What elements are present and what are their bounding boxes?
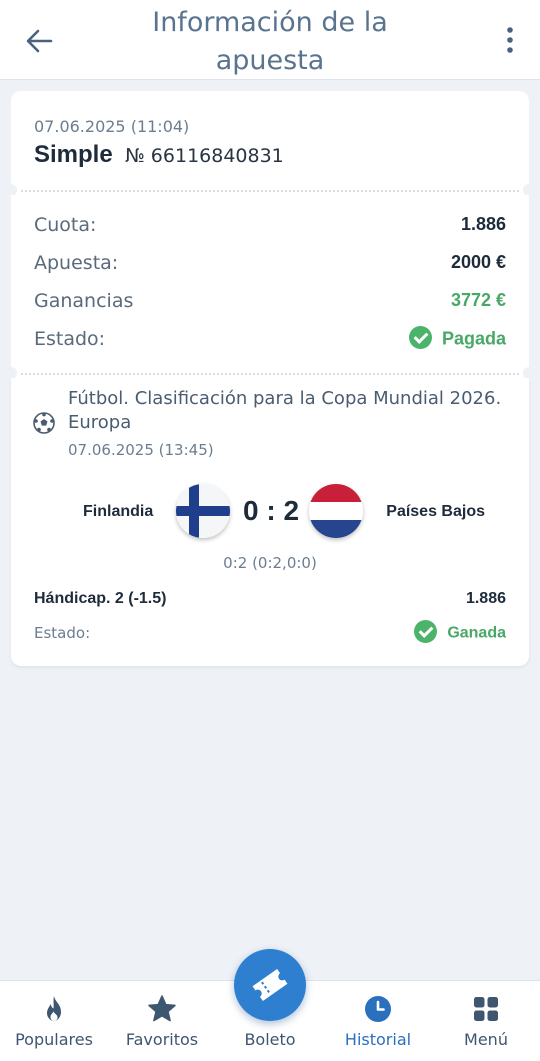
league-name: Fútbol. Clasificación para la Copa Mundi… (68, 388, 502, 433)
star-icon (148, 995, 176, 1022)
period-scores: 0:2 (0:2,0:0) (223, 554, 317, 572)
more-vertical-icon[interactable] (504, 24, 516, 56)
check-circle-icon (408, 326, 432, 349)
event-card[interactable]: Fútbol. Clasificación para la Copa Mundi… (11, 378, 529, 666)
check-circle-icon (414, 620, 438, 643)
netherlands-flag-icon (309, 484, 363, 538)
nav-favoritos[interactable]: Favoritos (108, 981, 216, 1061)
status-row: Estado: Pagada (34, 326, 506, 354)
match-score: 0 : 2 (242, 495, 300, 526)
status-label: Estado: (34, 328, 106, 350)
ticket-divider (11, 186, 529, 195)
bet-header-card: 07.06.2025 (11:04) Simple № 66116840831 (11, 91, 529, 186)
bet-summary-card: Cuota: 1.886 Apuesta: 2000 € Ganancias 3… (11, 195, 529, 369)
nav-label: Boleto (244, 1030, 296, 1049)
match-datetime: 07.06.2025 (13:45) (68, 441, 214, 459)
grid-icon (474, 997, 498, 1021)
market-odds: 1.886 (465, 590, 506, 607)
odds-label: Cuota: (34, 214, 97, 236)
nav-label: Populares (15, 1030, 93, 1049)
event-status-badge: Ganada (414, 620, 506, 645)
status-badge: Pagada (408, 326, 506, 351)
stake-value: 2000 € (450, 252, 506, 272)
flame-icon (47, 996, 61, 1021)
away-team-name: Países Bajos (386, 503, 485, 520)
ticket-divider (11, 369, 529, 378)
finland-flag-icon (176, 484, 230, 538)
winnings-label: Ganancias (34, 290, 134, 312)
bet-slip-button[interactable] (234, 949, 306, 1021)
nav-label: Menú (464, 1030, 508, 1049)
nav-historial[interactable]: Historial (324, 981, 432, 1061)
market-name: Hándicap. 2 (-1.5) (34, 590, 167, 607)
nav-label: Historial (344, 1030, 412, 1049)
status-value: Pagada (441, 328, 506, 349)
bet-datetime: 07.06.2025 (11:04) (34, 117, 190, 136)
ticket-icon (252, 969, 288, 1001)
nav-label: Favoritos (125, 1030, 199, 1049)
stake-label: Apuesta: (34, 252, 119, 274)
odds-row: Cuota: 1.886 (34, 212, 506, 240)
home-team-name: Finlandia (83, 503, 154, 520)
nav-populares[interactable]: Populares (0, 981, 108, 1061)
soccer-ball-icon (33, 412, 55, 434)
page-title: Información de la apuesta (152, 7, 388, 76)
app-header: Información de la apuesta (0, 0, 540, 80)
clock-icon (365, 996, 391, 1022)
arrow-left-icon[interactable] (22, 24, 56, 58)
bet-type: Simple (34, 141, 113, 168)
stake-row: Apuesta: 2000 € (34, 250, 506, 278)
nav-menu[interactable]: Menú (432, 981, 540, 1061)
event-status-value: Ganada (447, 624, 506, 642)
winnings-row: Ganancias 3772 € (34, 288, 506, 316)
winnings-value: 3772 € (450, 290, 506, 310)
odds-value: 1.886 (460, 214, 506, 234)
event-status-label: Estado: (34, 624, 91, 642)
bet-number: № 66116840831 (125, 145, 284, 167)
